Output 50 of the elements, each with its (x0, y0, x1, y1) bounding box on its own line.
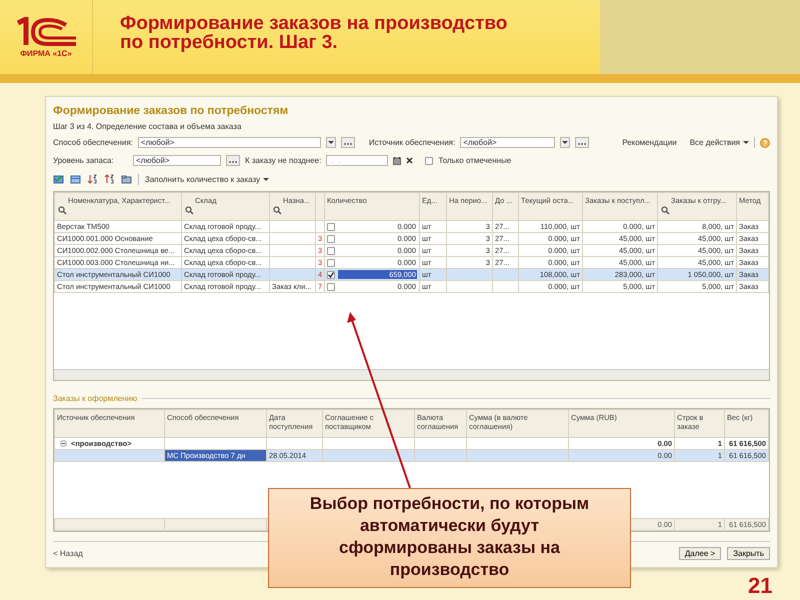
folder-icon[interactable] (121, 174, 132, 184)
checkbox-label: Только отмеченные (438, 156, 512, 165)
checkbox[interactable] (425, 156, 434, 164)
checkbox[interactable] (327, 246, 335, 254)
step-text: Шаг 3 из 4. Определение состава и объема заказа (53, 122, 242, 131)
checkbox[interactable] (327, 258, 335, 266)
sort-ascending-icon[interactable] (87, 174, 98, 184)
clear-icon[interactable] (406, 157, 414, 164)
table-icon[interactable] (70, 174, 81, 184)
recommendations-link[interactable]: Рекомендации (622, 138, 677, 147)
dropdown-button[interactable] (326, 137, 336, 148)
check-icon (328, 272, 334, 278)
choose-button[interactable] (340, 137, 355, 148)
caret-icon (743, 141, 749, 144)
help-icon[interactable] (760, 138, 770, 148)
field-label: Способ обеспечения: (53, 138, 133, 147)
date-field[interactable]: . . (326, 155, 388, 166)
table-check-icon[interactable] (53, 174, 64, 184)
collapse-icon (60, 440, 67, 446)
callout-note: Выбор потребности, по которым автоматически будут сформированы заказы на производство (268, 488, 631, 588)
logo-caption: ФИРМА «1С» (20, 48, 72, 58)
calendar-icon[interactable] (393, 156, 402, 164)
caret-icon (562, 141, 568, 144)
dropdown-button[interactable] (560, 137, 570, 148)
next-button[interactable]: Далее > (678, 547, 722, 560)
fill-quantity-button[interactable]: Заполнить количество к заказу (145, 174, 270, 184)
back-button[interactable]: < Назад (53, 549, 83, 558)
checkbox[interactable] (327, 222, 335, 230)
logo-mark-icon (14, 16, 78, 46)
caret-icon (263, 178, 270, 180)
page-number: 21 (748, 573, 772, 599)
field-label: К заказу не позднее: (245, 156, 322, 165)
sort-descending-icon[interactable] (104, 174, 115, 184)
all-actions-menu[interactable]: Все действия (690, 138, 749, 147)
close-button[interactable]: Закрыть (727, 547, 770, 560)
checkbox[interactable] (327, 282, 335, 290)
select-field[interactable]: <любой> (460, 137, 556, 148)
slide-title: Формирование заказов на производство по потребности. Шаг 3. (119, 12, 508, 55)
checkbox[interactable] (327, 270, 335, 278)
window-title: Формирование заказов по потребностям (53, 105, 290, 117)
select-field[interactable]: <любой> (133, 155, 221, 166)
field-label: Источник обеспечения: (368, 138, 456, 147)
checkbox[interactable] (327, 234, 335, 242)
section-title: Заказы к оформлению (53, 394, 138, 403)
field-label: Уровень запаса: (53, 156, 115, 165)
caret-icon (328, 141, 334, 144)
scrollbar[interactable] (54, 369, 769, 380)
select-field[interactable]: <любой> (138, 137, 321, 148)
choose-button[interactable] (575, 137, 590, 148)
choose-button[interactable] (226, 155, 240, 166)
